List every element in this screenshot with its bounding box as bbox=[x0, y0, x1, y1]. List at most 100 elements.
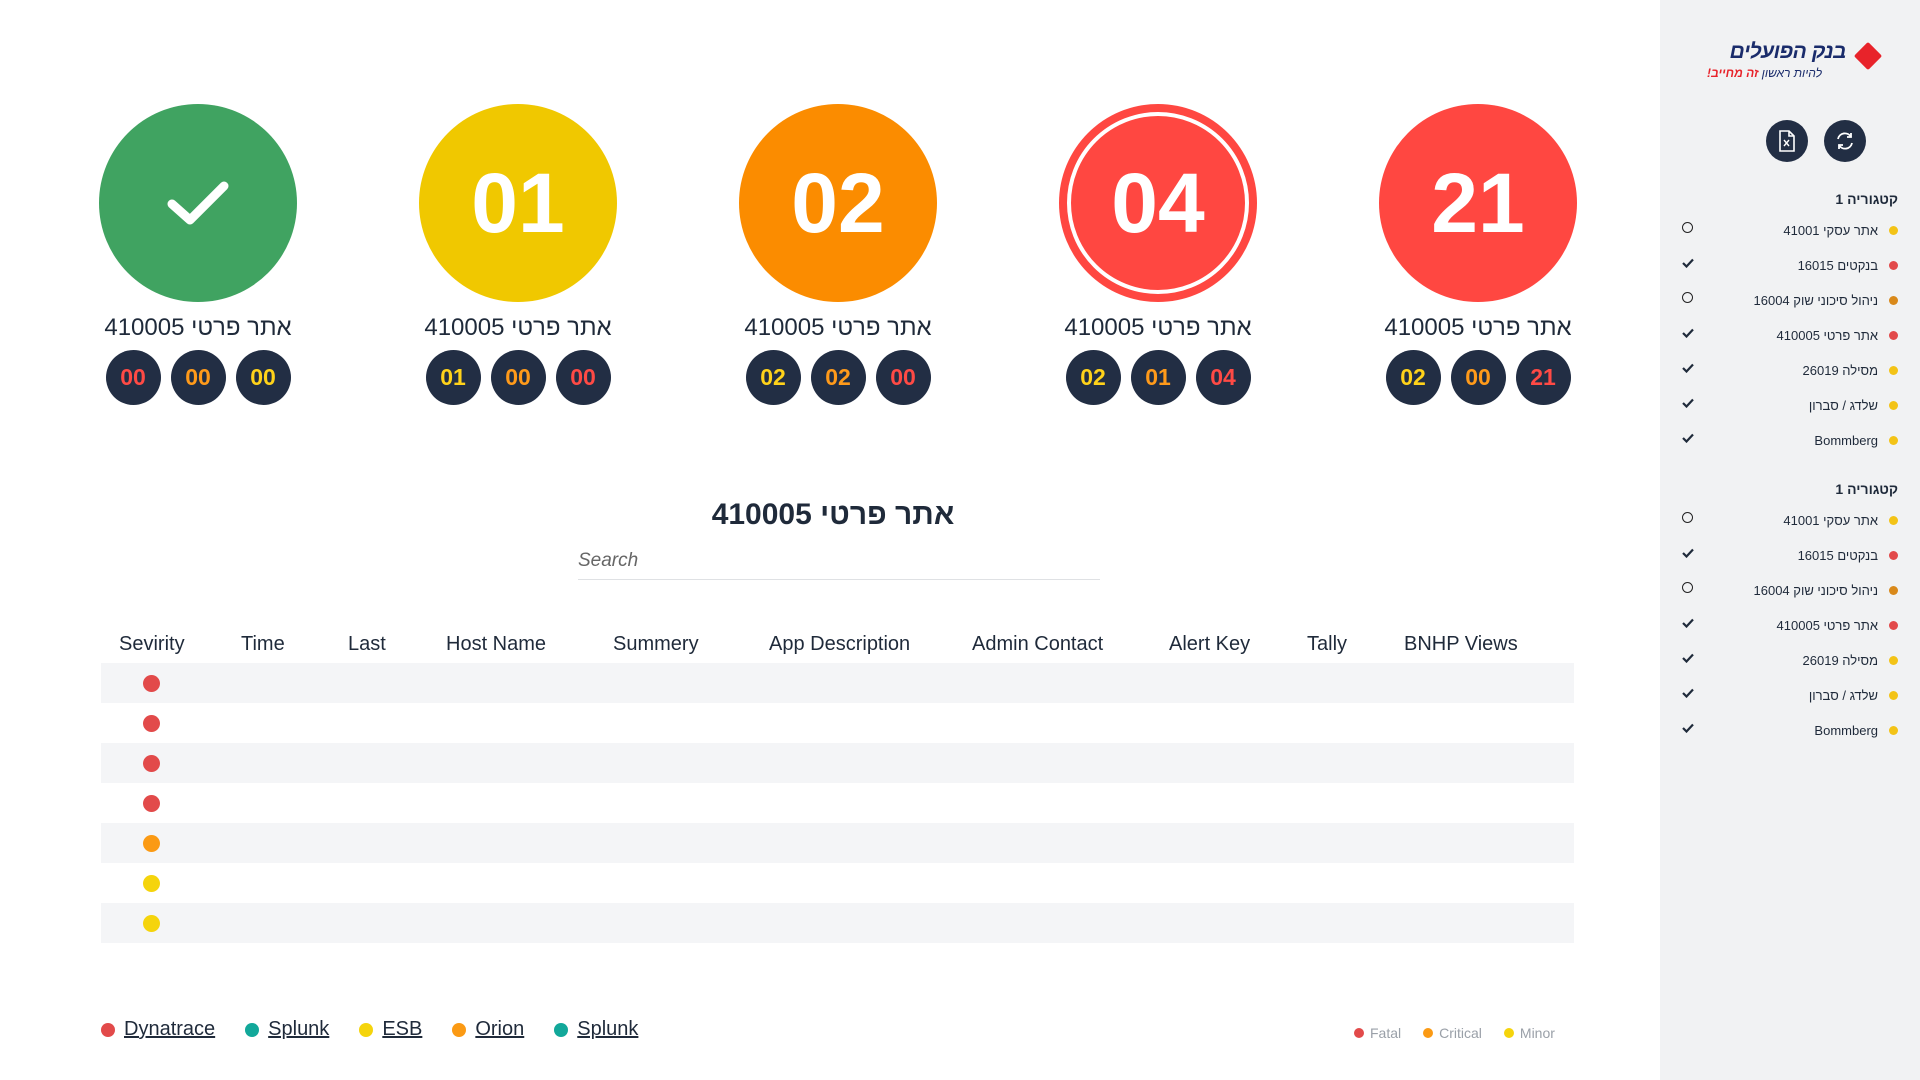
refresh-button[interactable] bbox=[1824, 120, 1866, 162]
check-icon[interactable] bbox=[1682, 257, 1694, 269]
severity-legend-dot-icon bbox=[1423, 1028, 1434, 1038]
table-row[interactable] bbox=[101, 743, 1574, 783]
sidebar-item-label: אתר פרטי 410005 bbox=[1776, 618, 1878, 633]
column-header[interactable]: Tally bbox=[1307, 633, 1347, 656]
status-total-circle[interactable]: 21 bbox=[1379, 104, 1577, 302]
severity-legend-item: Fatal bbox=[1354, 1025, 1401, 1041]
source-link[interactable]: Splunk bbox=[245, 1018, 329, 1041]
severity-dot-icon bbox=[143, 715, 160, 732]
sidebar-item[interactable]: ניהול סיכוני שוק 16004 bbox=[1682, 573, 1898, 608]
column-header[interactable]: Host Name bbox=[446, 633, 546, 656]
severity-count-badge[interactable]: 02 bbox=[1385, 350, 1441, 405]
severity-count-badge[interactable]: 00 bbox=[1450, 350, 1506, 405]
severity-count-badge[interactable]: 01 bbox=[425, 350, 481, 405]
source-label: Splunk bbox=[577, 1018, 639, 1040]
check-icon[interactable] bbox=[1682, 432, 1694, 444]
column-header[interactable]: Alert Key bbox=[1169, 633, 1250, 656]
check-icon[interactable] bbox=[1682, 652, 1694, 664]
table-row[interactable] bbox=[101, 663, 1574, 703]
status-total-circle[interactable]: 01 bbox=[419, 104, 617, 302]
severity-count-badge[interactable]: 04 bbox=[1195, 350, 1251, 405]
column-header[interactable]: BNHP Views bbox=[1404, 633, 1518, 656]
severity-count-badge[interactable]: 00 bbox=[490, 350, 546, 405]
status-card-title: אתר פרטי 410005 bbox=[1064, 314, 1252, 341]
sidebar-item[interactable]: מסילה 26019 bbox=[1682, 643, 1898, 678]
check-icon[interactable] bbox=[1682, 547, 1694, 559]
table-row[interactable] bbox=[101, 703, 1574, 743]
severity-counts: 01 00 00 bbox=[418, 350, 618, 405]
severity-count-badge[interactable]: 00 bbox=[235, 350, 291, 405]
search-input[interactable] bbox=[578, 544, 1100, 578]
status-card: 01 אתר פרטי 410005 01 00 00 bbox=[418, 104, 618, 405]
refresh-icon bbox=[1837, 132, 1853, 150]
severity-dot-icon bbox=[143, 835, 160, 852]
sidebar-item-label: שלדג / סברון bbox=[1808, 398, 1878, 413]
status-dot-icon bbox=[1889, 586, 1898, 595]
source-dot-icon bbox=[245, 1022, 260, 1037]
status-card-title: אתר פרטי 410005 bbox=[104, 314, 292, 341]
severity-legend-dot-icon bbox=[1354, 1028, 1364, 1038]
table-body bbox=[101, 663, 1574, 943]
check-icon[interactable] bbox=[1682, 362, 1694, 374]
sidebar-item[interactable]: Bommberg bbox=[1682, 423, 1898, 458]
severity-count-badge[interactable]: 00 bbox=[875, 350, 931, 405]
sidebar-item-label: Bommberg bbox=[1814, 433, 1878, 448]
sidebar-item[interactable]: שלדג / סברון bbox=[1682, 678, 1898, 713]
source-link[interactable]: ESB bbox=[359, 1018, 422, 1041]
column-header[interactable]: Last bbox=[348, 633, 386, 656]
source-link[interactable]: Orion bbox=[452, 1018, 524, 1041]
column-header[interactable]: Admin Contact bbox=[972, 633, 1103, 656]
status-dot-icon bbox=[1889, 551, 1898, 560]
severity-legend-item: Minor bbox=[1503, 1025, 1555, 1041]
column-header[interactable]: Summery bbox=[613, 633, 699, 656]
severity-count-badge[interactable]: 00 bbox=[555, 350, 611, 405]
check-icon[interactable] bbox=[1682, 687, 1694, 699]
sidebar-item[interactable]: ניהול סיכוני שוק 16004 bbox=[1682, 283, 1898, 318]
sidebar-item[interactable]: אתר פרטי 410005 bbox=[1682, 608, 1898, 643]
table-row[interactable] bbox=[101, 863, 1574, 903]
check-icon[interactable] bbox=[1682, 722, 1694, 734]
severity-count-badge[interactable]: 21 bbox=[1515, 350, 1571, 405]
dashboard-page: אתר פרטי 410005 00 00 00 01 אתר פרטי 410005 01… bbox=[0, 0, 1920, 1080]
status-total-circle[interactable] bbox=[99, 104, 297, 302]
severity-count-badge[interactable]: 01 bbox=[1130, 350, 1186, 405]
sidebar-item[interactable]: בנקטים 16015 bbox=[1682, 248, 1898, 283]
status-total-value: 04 bbox=[1111, 155, 1205, 250]
source-link[interactable]: Dynatrace bbox=[101, 1018, 215, 1041]
unchecked-circle-icon[interactable] bbox=[1682, 292, 1693, 303]
severity-count-badge[interactable]: 02 bbox=[1065, 350, 1121, 405]
column-header[interactable]: App Description bbox=[769, 633, 910, 656]
sidebar-item[interactable]: אתר עסקי 41001 bbox=[1682, 503, 1898, 538]
source-link[interactable]: Splunk bbox=[554, 1018, 638, 1041]
status-total-value: 01 bbox=[471, 155, 565, 250]
severity-counts: 02 01 04 bbox=[1058, 350, 1258, 405]
sidebar-item[interactable]: בנקטים 16015 bbox=[1682, 538, 1898, 573]
status-total-circle[interactable]: 02 bbox=[739, 104, 937, 302]
unchecked-circle-icon[interactable] bbox=[1682, 512, 1693, 523]
export-excel-button[interactable] bbox=[1766, 120, 1808, 162]
severity-count-badge[interactable]: 00 bbox=[170, 350, 226, 405]
table-row[interactable] bbox=[101, 903, 1574, 943]
column-header[interactable]: Sevirity bbox=[119, 633, 185, 656]
sidebar-item[interactable]: שלדג / סברון bbox=[1682, 388, 1898, 423]
severity-count-badge[interactable]: 02 bbox=[745, 350, 801, 405]
severity-count-badge[interactable]: 02 bbox=[810, 350, 866, 405]
status-dot-icon bbox=[1889, 436, 1898, 445]
sidebar-item[interactable]: אתר פרטי 410005 bbox=[1682, 318, 1898, 353]
sidebar-category: קטגוריה 1 אתר עסקי 41001 בנקטים 16015 ניהול… bbox=[1682, 191, 1898, 458]
column-header[interactable]: Time bbox=[241, 633, 285, 656]
check-icon[interactable] bbox=[1682, 397, 1694, 409]
sidebar-item[interactable]: Bommberg bbox=[1682, 713, 1898, 748]
sidebar: בנק הפועלים להיות ראשון זה מחייב! קטגורי… bbox=[1660, 0, 1920, 1080]
severity-counts: 02 00 21 bbox=[1378, 350, 1578, 405]
sidebar-item[interactable]: מסילה 26019 bbox=[1682, 353, 1898, 388]
table-row[interactable] bbox=[101, 783, 1574, 823]
check-icon[interactable] bbox=[1682, 617, 1694, 629]
unchecked-circle-icon[interactable] bbox=[1682, 582, 1693, 593]
check-icon[interactable] bbox=[1682, 327, 1694, 339]
sidebar-item[interactable]: אתר עסקי 41001 bbox=[1682, 213, 1898, 248]
unchecked-circle-icon[interactable] bbox=[1682, 222, 1693, 233]
status-total-circle[interactable]: 04 bbox=[1059, 104, 1257, 302]
table-row[interactable] bbox=[101, 823, 1574, 863]
severity-count-badge[interactable]: 00 bbox=[105, 350, 161, 405]
